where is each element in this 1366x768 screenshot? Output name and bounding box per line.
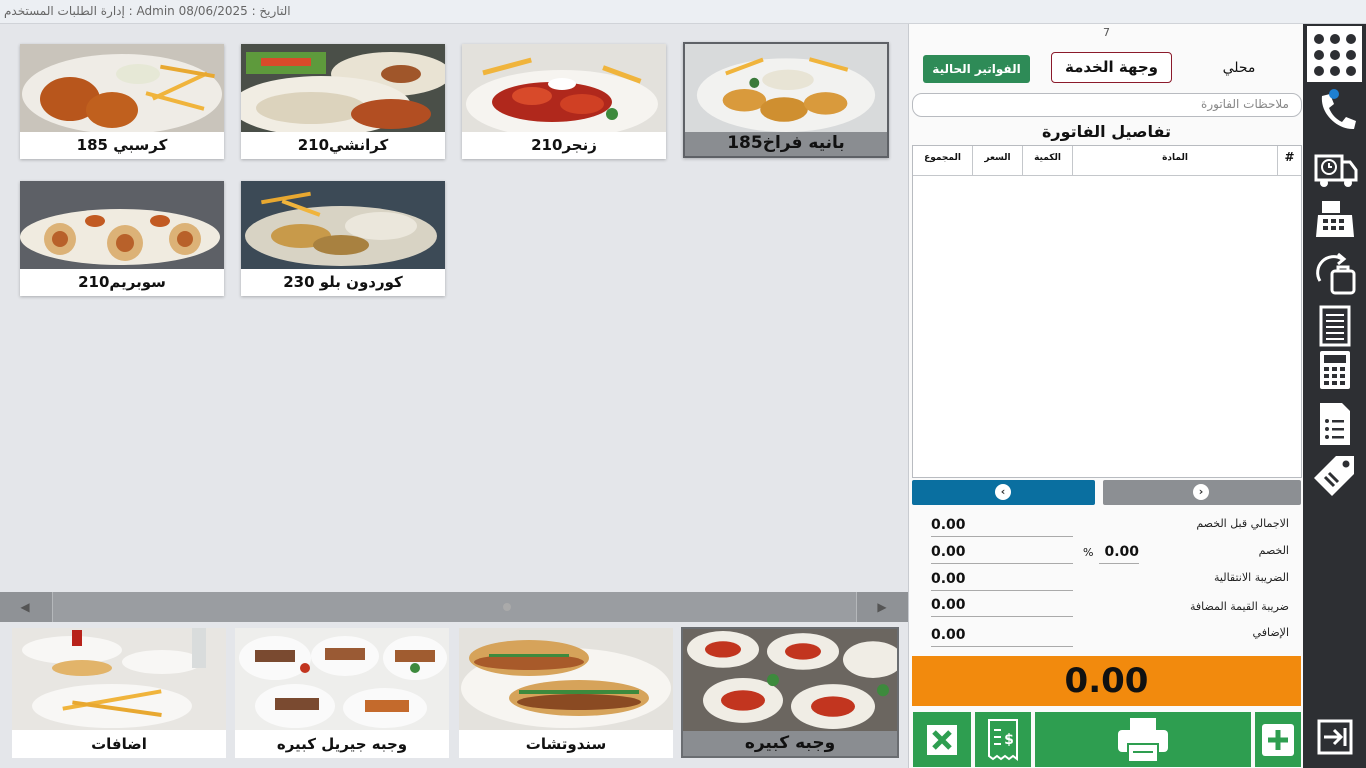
invoice-details-title: تفاصيل الفاتورة xyxy=(1041,122,1172,141)
price-tag-icon[interactable] xyxy=(1312,452,1358,498)
extra-value: 0.00 xyxy=(931,627,1073,647)
category-tile[interactable]: سندوتشات xyxy=(459,628,673,758)
order-panel: 7 الفواتير الحالية وجهة الخدمة محلي ملاح… xyxy=(908,24,1303,768)
document-list-icon[interactable] xyxy=(1312,401,1358,447)
cancel-button[interactable] xyxy=(913,712,971,767)
product-tile[interactable]: زنجر210 xyxy=(462,44,666,159)
transition-tax-label: الضريبة الانتقالية xyxy=(1214,571,1289,584)
scrollbar-thumb[interactable] xyxy=(52,592,857,622)
current-invoices-button[interactable]: الفواتير الحالية xyxy=(923,55,1030,83)
chevron-right-icon: › xyxy=(1193,484,1209,500)
discount-percent-input[interactable]: 0.00 xyxy=(1099,544,1139,564)
product-tile[interactable]: سوبريم210 xyxy=(20,181,224,296)
category-label: اضافات xyxy=(91,735,147,753)
category-label: وجبه كبيره xyxy=(744,733,836,753)
receipt-dollar-icon: $ xyxy=(988,719,1018,761)
product-tile[interactable]: كرانشي210 xyxy=(241,44,445,159)
subtotal-label: الاجمالي قبل الخصم xyxy=(1196,517,1289,530)
print-button[interactable] xyxy=(1035,712,1251,767)
category-image xyxy=(683,629,897,731)
product-label: كرسبي 185 xyxy=(76,136,168,154)
printer-icon xyxy=(1118,718,1168,763)
product-label: بانيه فراخ185 xyxy=(727,133,845,153)
category-label: سندوتشات xyxy=(525,735,607,753)
product-image xyxy=(20,44,224,132)
col-qty: الكمية xyxy=(1023,146,1073,176)
product-image xyxy=(241,181,445,269)
grand-total: 0.00 xyxy=(912,656,1301,706)
category-image xyxy=(235,628,449,730)
product-label: سوبريم210 xyxy=(78,273,166,291)
receipt-list-icon[interactable] xyxy=(1312,303,1358,349)
scroll-right-icon[interactable]: ▶ xyxy=(857,592,907,622)
col-total: المجموع xyxy=(913,146,973,176)
transition-tax-value: 0.00 xyxy=(931,571,1073,591)
category-tile[interactable]: اضافات xyxy=(12,628,226,758)
notes-placeholder: ملاحظات الفاتورة xyxy=(1201,97,1289,111)
phone-icon[interactable] xyxy=(1312,88,1358,134)
product-tile[interactable]: بانيه فراخ185 xyxy=(683,42,889,158)
col-item: المادة xyxy=(1073,146,1278,176)
discount-label: الخصم xyxy=(1258,544,1289,557)
product-tile[interactable]: كرسبي 185 xyxy=(20,44,224,159)
category-bar: وجبه كبيره سندوتشات وجبه جيريل كبيره اضا… xyxy=(0,622,908,768)
subtotal-value: 0.00 xyxy=(931,517,1073,537)
calculator-icon[interactable] xyxy=(1312,347,1358,393)
extra-label: الإضافي xyxy=(1252,626,1289,639)
product-image xyxy=(685,44,887,132)
apps-grid-button[interactable] xyxy=(1305,24,1364,84)
discount-value: 0.00 xyxy=(931,544,1073,564)
discount-percent-sign: % xyxy=(1083,546,1094,559)
vat-label: ضريبة القيمة المضافة xyxy=(1189,600,1289,613)
scroll-left-icon[interactable]: ◀ xyxy=(0,592,50,622)
product-tile[interactable]: كوردون بلو 230 xyxy=(241,181,445,296)
cash-register-icon[interactable] xyxy=(1312,197,1358,243)
product-image xyxy=(241,44,445,132)
service-destination-button[interactable]: وجهة الخدمة xyxy=(1051,52,1172,83)
invoice-notes-input[interactable]: ملاحظات الفاتورة xyxy=(912,93,1302,117)
product-label: كوردون بلو 230 xyxy=(283,273,403,291)
apps-grid-icon xyxy=(1314,34,1356,76)
product-label: كرانشي210 xyxy=(297,136,389,154)
vat-value: 0.00 xyxy=(931,597,1073,617)
service-value: محلي xyxy=(1222,60,1256,76)
chevron-left-icon: ‹ xyxy=(995,484,1011,500)
page-next-button[interactable]: ‹ xyxy=(912,480,1095,505)
category-tile[interactable]: وجبه جيريل كبيره xyxy=(235,628,449,758)
svg-text:$: $ xyxy=(1004,732,1014,748)
page-prev-button[interactable]: › xyxy=(1103,480,1301,505)
invoice-items-table[interactable]: المجموع السعر الكمية المادة # xyxy=(912,145,1302,478)
category-tile[interactable]: وجبه كبيره xyxy=(681,627,899,758)
category-image xyxy=(12,628,226,730)
logout-icon[interactable] xyxy=(1312,714,1358,760)
add-button[interactable] xyxy=(1255,712,1301,767)
return-bag-icon[interactable] xyxy=(1312,251,1358,297)
window-title-bar: إدارة الطلبات المستخدم : Admin التاريخ :… xyxy=(0,0,1366,24)
scrollbar-grip xyxy=(503,603,511,611)
category-scrollbar[interactable]: ◀ ▶ xyxy=(0,592,908,622)
delivery-truck-icon[interactable] xyxy=(1312,146,1358,192)
payment-receipt-button[interactable]: $ xyxy=(975,712,1031,767)
category-label: وجبه جيريل كبيره xyxy=(276,735,408,753)
product-image xyxy=(20,181,224,269)
product-label: زنجر210 xyxy=(531,136,597,154)
side-toolbar xyxy=(1303,24,1366,768)
plus-icon xyxy=(1262,724,1294,756)
product-image xyxy=(462,44,666,132)
order-number: 7 xyxy=(1103,26,1110,39)
category-image xyxy=(459,628,673,730)
col-price: السعر xyxy=(973,146,1023,176)
window-title: إدارة الطلبات المستخدم : Admin التاريخ :… xyxy=(4,4,291,18)
close-icon xyxy=(927,725,957,755)
col-num: # xyxy=(1278,146,1301,176)
product-grid: بانيه فراخ185 زنجر210 كرانشي210 كرسبي 18… xyxy=(0,24,908,592)
